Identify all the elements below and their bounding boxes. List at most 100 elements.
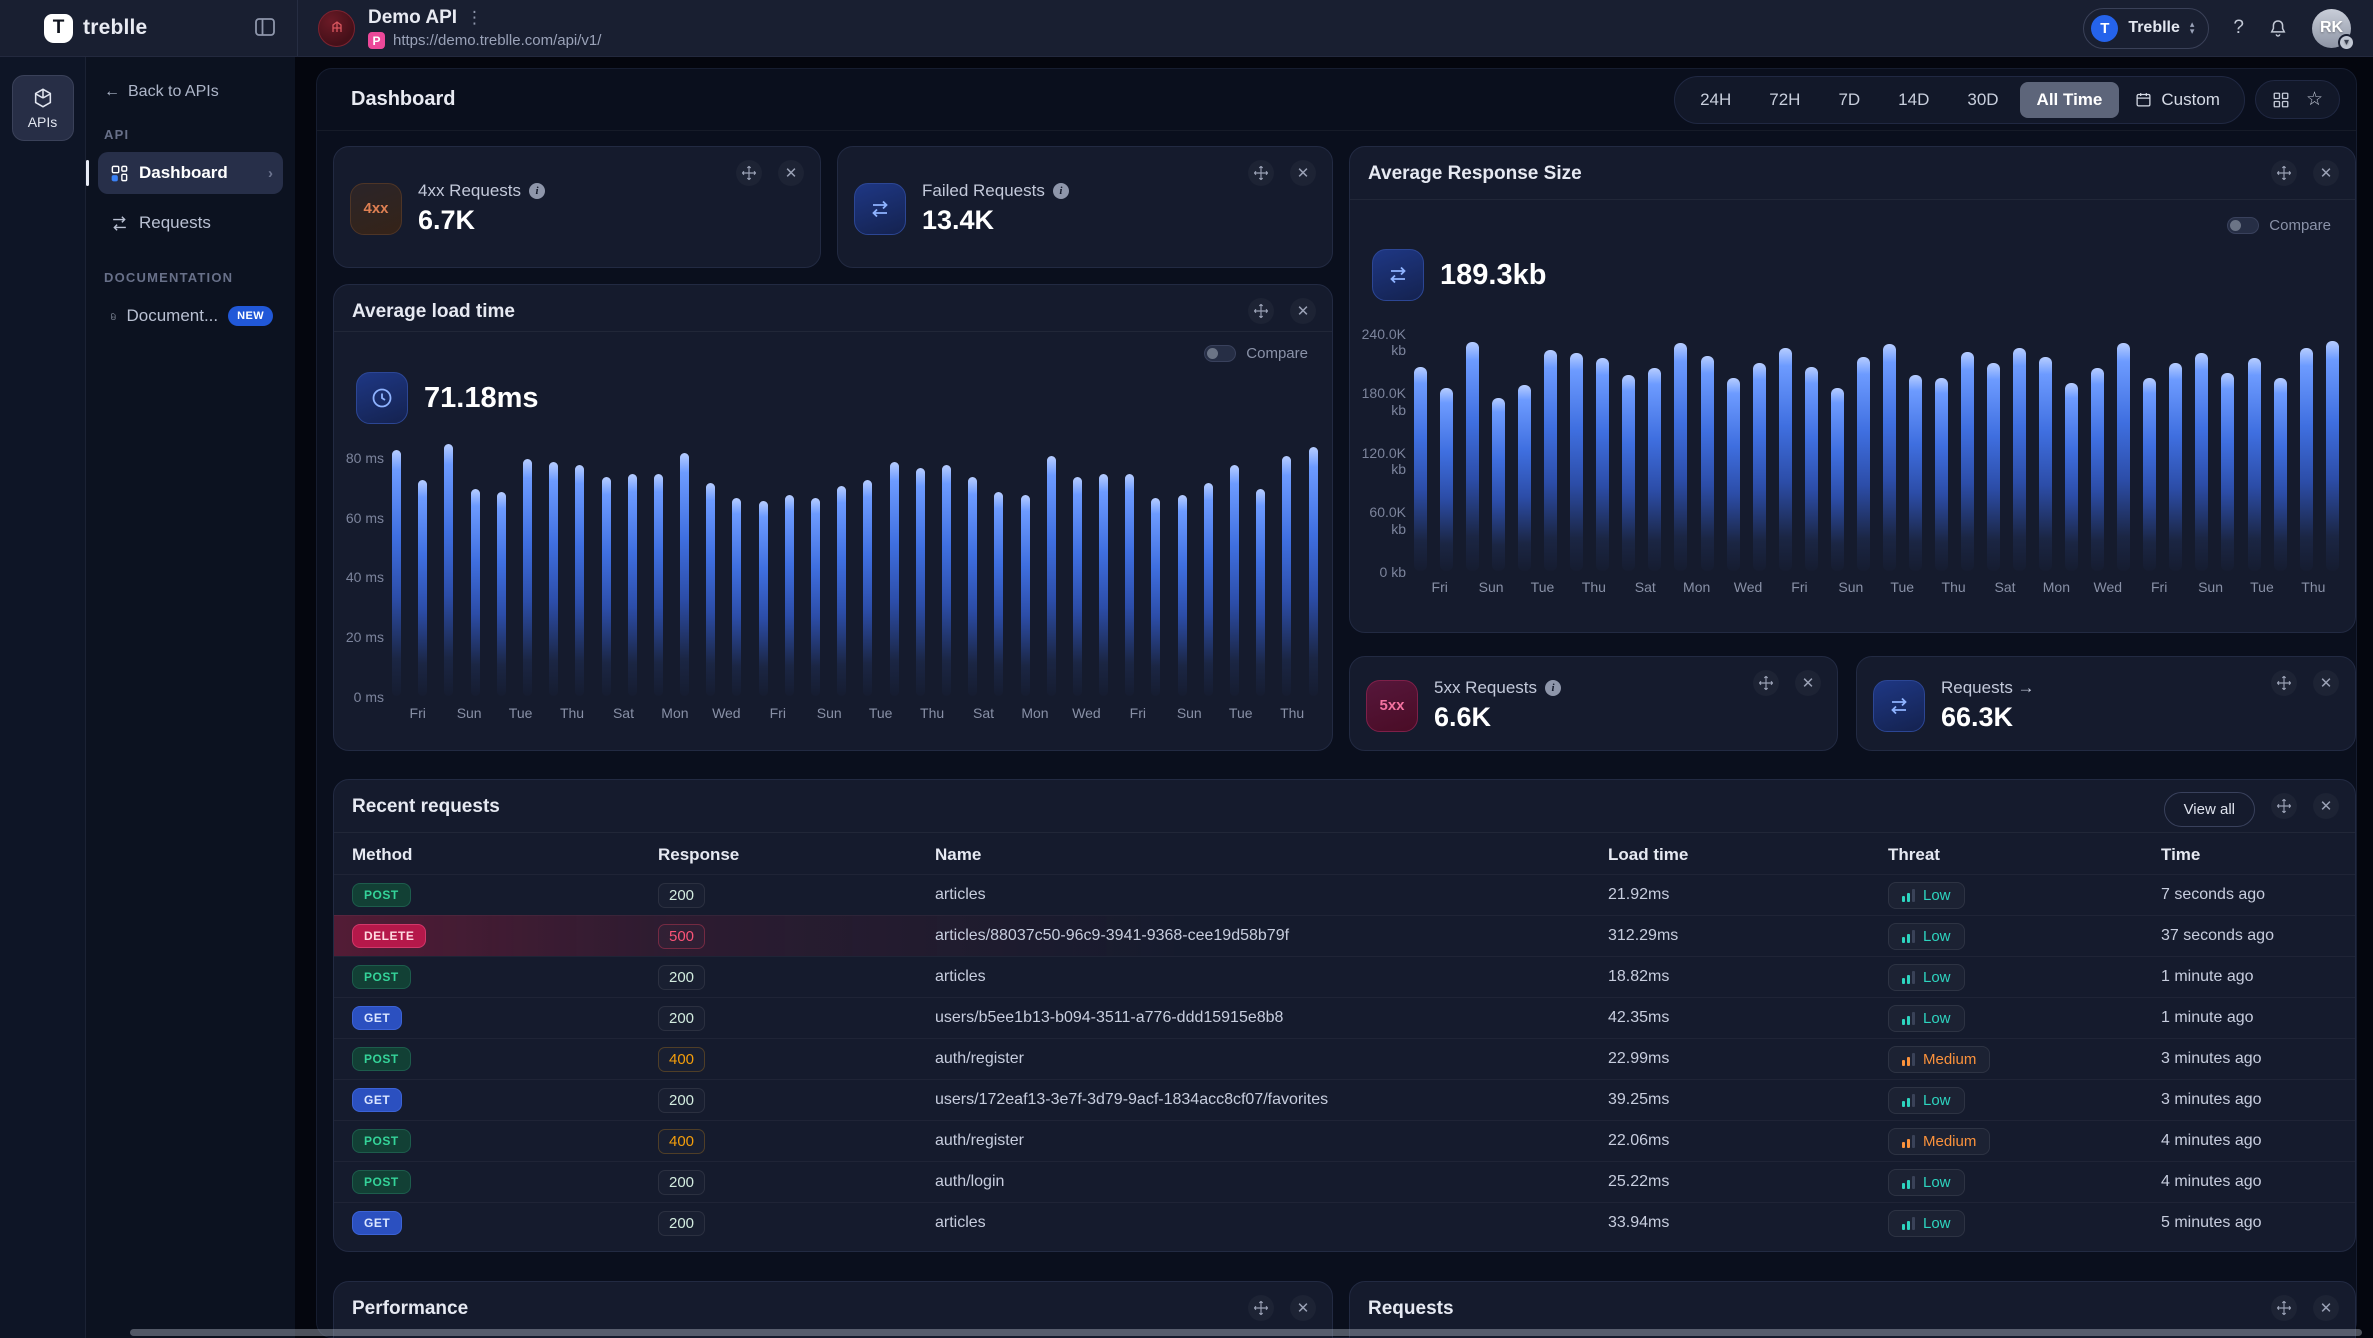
table-row[interactable]: POST200articles21.92msLow7 seconds ago — [334, 874, 2355, 915]
close-icon[interactable]: ✕ — [1795, 670, 1821, 696]
card-average-load-time: Average load time ✕ Compare 71.18ms 80 m… — [333, 284, 1333, 751]
chart-bar — [837, 486, 846, 696]
table-row[interactable]: POST200auth/login25.22msLow4 minutes ago — [334, 1161, 2355, 1202]
x-tick: Thu — [1266, 705, 1317, 721]
chart-bar — [2221, 373, 2234, 571]
close-icon[interactable]: ✕ — [1290, 160, 1316, 186]
table-row[interactable]: DELETE500articles/88037c50-96c9-3941-936… — [334, 915, 2355, 956]
close-icon[interactable]: ✕ — [2313, 160, 2339, 186]
horizontal-scrollbar[interactable] — [130, 1329, 2362, 1336]
response-size-bars — [1414, 331, 2339, 571]
table-row[interactable]: GET200users/172eaf13-3e7f-3d79-9acf-1834… — [334, 1079, 2355, 1120]
cell-threat: Low — [1888, 1169, 2161, 1196]
time-range-group: 24H72H7D14D30DAll Time Custom — [1674, 76, 2245, 124]
method-badge: POST — [352, 965, 411, 989]
card-requests: ✕ Requests → 66.3K — [1856, 656, 2356, 751]
stat-value: 66.3K — [1941, 702, 2035, 733]
sidebar-item-label: Requests — [139, 213, 211, 233]
filter-30d[interactable]: 30D — [1950, 82, 2015, 118]
drag-move-icon[interactable] — [2271, 793, 2297, 819]
filter-14d[interactable]: 14D — [1881, 82, 1946, 118]
close-icon[interactable]: ✕ — [2313, 1295, 2339, 1321]
sidebar-item-documentation[interactable]: Document... NEW — [98, 295, 283, 337]
back-to-apis-link[interactable]: ← Back to APIs — [98, 83, 283, 101]
threat-label: Low — [1923, 1092, 1951, 1109]
sidebar-item-requests[interactable]: Requests — [98, 202, 283, 244]
x-tick: Wed — [1722, 579, 1773, 595]
close-icon[interactable]: ✕ — [2313, 670, 2339, 696]
sidebar-item-dashboard[interactable]: Dashboard › — [98, 152, 283, 194]
api-title-block: Demo API ⋮ P https://demo.treblle.com/ap… — [368, 7, 601, 49]
close-icon[interactable]: ✕ — [1290, 1295, 1316, 1321]
table-row[interactable]: POST200articles18.82msLow1 minute ago — [334, 956, 2355, 997]
close-icon[interactable]: ✕ — [2313, 793, 2339, 819]
info-icon[interactable]: i — [529, 183, 545, 199]
filter-24h[interactable]: 24H — [1683, 82, 1748, 118]
table-title: Recent requests — [352, 796, 500, 818]
api-url: https://demo.treblle.com/api/v1/ — [393, 32, 601, 49]
drag-move-icon[interactable] — [2271, 160, 2297, 186]
x-tick: Sat — [1979, 579, 2030, 595]
drag-move-icon[interactable] — [1248, 160, 1274, 186]
rail-item-label: APIs — [28, 114, 58, 130]
user-avatar[interactable]: RK ▾ — [2312, 9, 2351, 48]
filter-7d[interactable]: 7D — [1821, 82, 1877, 118]
threat-label: Medium — [1923, 1133, 1976, 1150]
help-icon[interactable]: ? — [2233, 17, 2244, 39]
x-tick: Mon — [1009, 705, 1060, 721]
swap-arrows-icon — [1372, 249, 1424, 301]
y-axis: 240.0K kb180.0K kb120.0K kb60.0K kb0 kb — [1356, 326, 1406, 580]
info-icon[interactable]: i — [1545, 680, 1561, 696]
table-row[interactable]: GET200articles33.94msLow5 minutes ago — [334, 1202, 2355, 1243]
method-badge: GET — [352, 1088, 402, 1112]
cell-response: 200 — [658, 965, 935, 990]
custom-range-button[interactable]: Custom — [2125, 82, 2236, 118]
close-icon[interactable]: ✕ — [1290, 298, 1316, 324]
sidebar-collapse-icon[interactable] — [255, 18, 275, 36]
stat-title: 5xx Requests — [1434, 678, 1537, 698]
col-method: Method — [352, 845, 658, 865]
table-row[interactable]: POST400auth/register22.99msMedium3 minut… — [334, 1038, 2355, 1079]
table-row[interactable]: POST400auth/register22.06msMedium4 minut… — [334, 1120, 2355, 1161]
view-all-button[interactable]: View all — [2164, 792, 2255, 827]
chart-bar — [2274, 378, 2287, 571]
filter-72h[interactable]: 72H — [1752, 82, 1817, 118]
table-row[interactable]: GET200users/b5ee1b13-b094-3511-a776-ddd1… — [334, 997, 2355, 1038]
cell-load-time: 18.82ms — [1608, 968, 1888, 986]
cell-threat: Low — [1888, 964, 2161, 991]
custom-label: Custom — [2161, 90, 2220, 110]
workspace-switcher[interactable]: T Treblle ▴▾ — [2083, 8, 2209, 49]
chart-bar — [1831, 388, 1844, 571]
badge-4xx-icon: 4xx — [350, 183, 402, 235]
rail-item-apis[interactable]: APIs — [12, 75, 74, 141]
notifications-bell-icon[interactable] — [2268, 18, 2288, 39]
workspace-name: Treblle — [2128, 19, 2180, 37]
widgets-grid-icon[interactable] — [2272, 91, 2290, 109]
filter-all-time[interactable]: All Time — [2020, 82, 2120, 118]
chart-bar — [2117, 343, 2130, 571]
threat-bars-icon — [1902, 1217, 1915, 1230]
favorite-star-icon[interactable]: ☆ — [2306, 90, 2323, 109]
compare-toggle[interactable]: Compare — [1204, 345, 1308, 362]
chart-bar — [916, 468, 925, 696]
drag-move-icon[interactable] — [1248, 298, 1274, 324]
cell-threat: Low — [1888, 1210, 2161, 1237]
drag-move-icon[interactable] — [2271, 1295, 2297, 1321]
x-tick: Sun — [1164, 705, 1215, 721]
drag-move-icon[interactable] — [736, 160, 762, 186]
close-icon[interactable]: ✕ — [778, 160, 804, 186]
threat-badge: Medium — [1888, 1046, 1990, 1073]
x-tick: Sun — [2185, 579, 2236, 595]
chart-bar — [444, 444, 453, 696]
kebab-menu-icon[interactable]: ⋮ — [466, 13, 483, 23]
threat-badge: Low — [1888, 964, 1965, 991]
drag-move-icon[interactable] — [1753, 670, 1779, 696]
chart-bar — [1648, 368, 1661, 571]
drag-move-icon[interactable] — [1248, 1295, 1274, 1321]
dashboard-grid-icon — [110, 164, 129, 183]
info-icon[interactable]: i — [1053, 183, 1069, 199]
cell-response: 400 — [658, 1047, 935, 1072]
compare-toggle[interactable]: Compare — [2227, 217, 2331, 234]
threat-badge: Low — [1888, 1087, 1965, 1114]
drag-move-icon[interactable] — [2271, 670, 2297, 696]
